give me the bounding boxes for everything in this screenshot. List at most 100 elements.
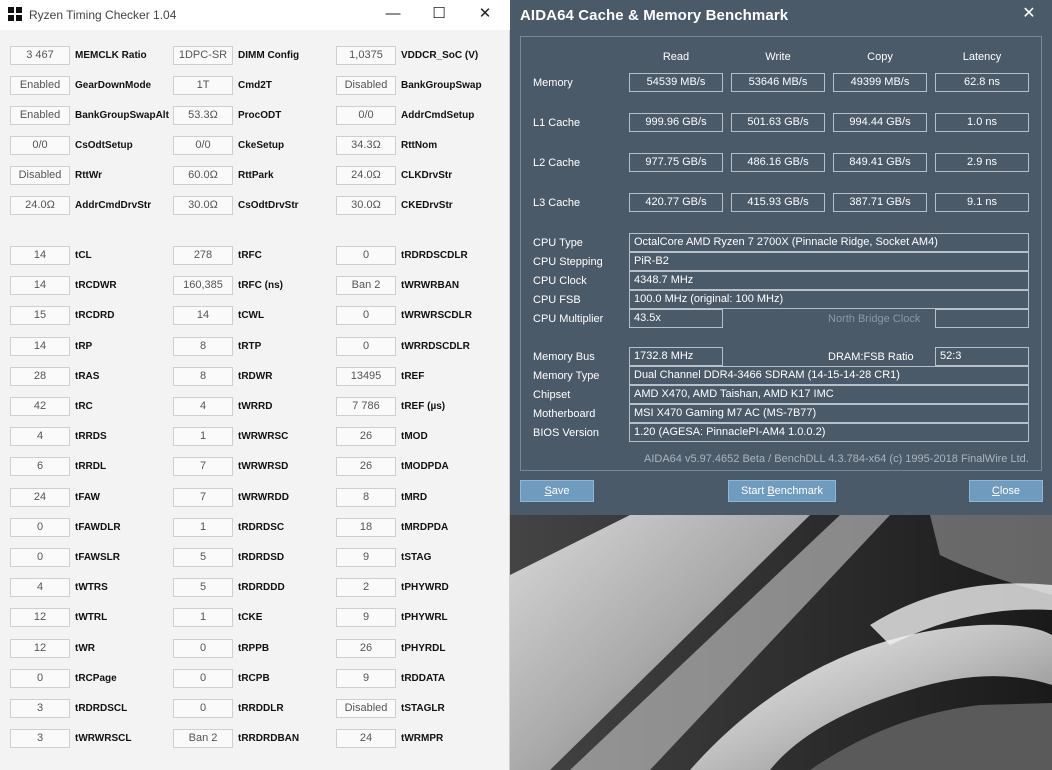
value-field-trrdrdban[interactable]: Ban 2 bbox=[173, 729, 233, 749]
aida-close-icon[interactable]: ✕ bbox=[1016, 3, 1042, 25]
value-field-twrwrsd[interactable]: 7 bbox=[173, 457, 233, 477]
value-field-twrmpr[interactable]: 24 bbox=[336, 729, 396, 749]
app-windows-icon bbox=[8, 7, 22, 21]
rtc-titlebar[interactable]: Ryzen Timing Checker 1.04 — ☐ ✕ bbox=[0, 0, 510, 30]
close-button[interactable]: ✕ bbox=[462, 0, 508, 30]
value-field-trcdrd[interactable]: 15 bbox=[10, 306, 70, 326]
value-field-csodtsetup[interactable]: 0/0 bbox=[10, 136, 70, 155]
value-field-twrwrsc[interactable]: 1 bbox=[173, 427, 233, 447]
value-field-trdrdscl[interactable]: 3 bbox=[10, 699, 70, 718]
value-field-twrwrdd[interactable]: 7 bbox=[173, 487, 233, 507]
chipset-value: AMD X470, AMD Taishan, AMD K17 IMC bbox=[629, 385, 1029, 404]
value-field-ckesetup[interactable]: 0/0 bbox=[173, 136, 233, 155]
label-tcwl: tCWL bbox=[238, 310, 265, 322]
value-field-trdrddd[interactable]: 5 bbox=[173, 578, 233, 598]
value-field-tcke[interactable]: 1 bbox=[173, 608, 233, 628]
value-field-trfc-ns[interactable]: 160,385 bbox=[173, 276, 233, 296]
value-field-clkdrvstr[interactable]: 24.0Ω bbox=[336, 166, 396, 185]
value-field-tstag[interactable]: 9 bbox=[336, 548, 396, 567]
value-field-addrcmdsetup[interactable]: 0/0 bbox=[336, 106, 396, 125]
value-field-trdwr[interactable]: 8 bbox=[173, 366, 233, 386]
value-field-trfc[interactable]: 278 bbox=[173, 246, 233, 265]
column-header-write: Write bbox=[765, 51, 791, 63]
value-field-cmd2t[interactable]: 1T bbox=[173, 76, 233, 95]
value-field-tmod[interactable]: 26 bbox=[336, 427, 396, 447]
value-field-trcpage[interactable]: 0 bbox=[10, 668, 70, 688]
value-field-twrwrscdlr[interactable]: 0 bbox=[336, 306, 396, 326]
value-field-tmodpda[interactable]: 26 bbox=[336, 457, 396, 477]
value-field-tfaw[interactable]: 24 bbox=[10, 487, 70, 507]
l1-cache-copy-value: 994.44 GB/s bbox=[833, 113, 927, 132]
value-field-trdrdsd[interactable]: 5 bbox=[173, 548, 233, 567]
value-field-procodt[interactable]: 53.3Ω bbox=[173, 106, 233, 125]
value-field-twrrdscdlr[interactable]: 0 bbox=[336, 336, 396, 356]
desktop-background bbox=[510, 515, 1052, 770]
value-field-bankgroupswap[interactable]: Disabled bbox=[336, 76, 396, 95]
value-field-trddata[interactable]: 9 bbox=[336, 668, 396, 688]
label-clkdrvstr: CLKDrvStr bbox=[401, 170, 453, 181]
value-field-tref-s[interactable]: 7 786 bbox=[336, 397, 396, 416]
value-field-tphywrl[interactable]: 9 bbox=[336, 608, 396, 628]
label-trcdrd: tRCDRD bbox=[75, 310, 115, 322]
aida-close-button[interactable]: Close bbox=[969, 480, 1043, 502]
value-field-tphywrd[interactable]: 2 bbox=[336, 578, 396, 598]
label-twrwrban: tWRWRBAN bbox=[401, 280, 460, 292]
value-field-trrddlr[interactable]: 0 bbox=[173, 699, 233, 718]
value-field-tfawslr[interactable]: 0 bbox=[10, 548, 70, 567]
value-field-rttpark[interactable]: 60.0Ω bbox=[173, 166, 233, 185]
value-field-rttnom[interactable]: 34.3Ω bbox=[336, 136, 396, 155]
label-twrmpr: tWRMPR bbox=[401, 733, 444, 745]
memory-bus-value: 1732.8 MHz bbox=[629, 347, 723, 366]
value-field-tras[interactable]: 28 bbox=[10, 366, 70, 386]
label-addrcmddrvstr: AddrCmdDrvStr bbox=[75, 200, 152, 211]
maximize-button[interactable]: ☐ bbox=[416, 0, 462, 30]
value-field-trdrdsc[interactable]: 1 bbox=[173, 517, 233, 537]
value-field-trrds[interactable]: 4 bbox=[10, 427, 70, 447]
label-rttwr: RttWr bbox=[75, 170, 103, 181]
value-field-tcwl[interactable]: 14 bbox=[173, 306, 233, 326]
value-field-vddcr-soc-v[interactable]: 1,0375 bbox=[336, 46, 396, 65]
label-trdrdscl: tRDRDSCL bbox=[75, 703, 128, 714]
save-button[interactable]: Save bbox=[520, 480, 594, 502]
value-field-tfawdlr[interactable]: 0 bbox=[10, 517, 70, 537]
value-field-memclk-ratio[interactable]: 3 467 bbox=[10, 46, 70, 65]
label-trdrdsd: tRDRDSD bbox=[238, 552, 285, 563]
value-field-twtrs[interactable]: 4 bbox=[10, 578, 70, 598]
value-field-trdrdscdlr[interactable]: 0 bbox=[336, 246, 396, 265]
minimize-button[interactable]: — bbox=[370, 0, 416, 30]
value-field-ckedrvstr[interactable]: 30.0Ω bbox=[336, 196, 396, 215]
value-field-trp[interactable]: 14 bbox=[10, 336, 70, 356]
value-field-rttwr[interactable]: Disabled bbox=[10, 166, 70, 185]
value-field-twr[interactable]: 12 bbox=[10, 638, 70, 658]
value-field-trcdwr[interactable]: 14 bbox=[10, 276, 70, 296]
value-field-geardownmode[interactable]: Enabled bbox=[10, 76, 70, 95]
label-trtp: tRTP bbox=[238, 340, 262, 352]
value-field-twrwrscl[interactable]: 3 bbox=[10, 729, 70, 749]
value-field-tcl[interactable]: 14 bbox=[10, 246, 70, 265]
value-field-tphyrdl[interactable]: 26 bbox=[336, 638, 396, 658]
value-field-trcpb[interactable]: 0 bbox=[173, 668, 233, 688]
value-field-trppb[interactable]: 0 bbox=[173, 638, 233, 658]
value-field-twtrl[interactable]: 12 bbox=[10, 608, 70, 628]
value-field-trtp[interactable]: 8 bbox=[173, 336, 233, 356]
cpu-fsb-label: CPU FSB bbox=[533, 294, 581, 306]
value-field-csodtdrvstr[interactable]: 30.0Ω bbox=[173, 196, 233, 215]
value-field-tmrd[interactable]: 8 bbox=[336, 487, 396, 507]
value-field-trc[interactable]: 42 bbox=[10, 397, 70, 416]
cpu-multiplier-label: CPU Multiplier bbox=[533, 313, 604, 325]
cpu-stepping-label: CPU Stepping bbox=[533, 256, 603, 268]
l2-cache-read-value: 977.75 GB/s bbox=[629, 153, 723, 172]
label-trfc-ns: tRFC (ns) bbox=[238, 280, 283, 292]
value-field-addrcmddrvstr[interactable]: 24.0Ω bbox=[10, 196, 70, 215]
label-trppb: tRPPB bbox=[238, 642, 270, 654]
value-field-tref[interactable]: 13495 bbox=[336, 366, 396, 386]
start-benchmark-button[interactable]: Start Benchmark bbox=[728, 480, 836, 502]
rtc-window-title: Ryzen Timing Checker 1.04 bbox=[29, 8, 177, 22]
value-field-bankgroupswapalt[interactable]: Enabled bbox=[10, 106, 70, 125]
value-field-tstaglr[interactable]: Disabled bbox=[336, 699, 396, 718]
value-field-tmrdpda[interactable]: 18 bbox=[336, 517, 396, 537]
value-field-dimm-config[interactable]: 1DPC-SR bbox=[173, 46, 233, 65]
value-field-trrdl[interactable]: 6 bbox=[10, 457, 70, 477]
value-field-twrwrban[interactable]: Ban 2 bbox=[336, 276, 396, 296]
value-field-twrrd[interactable]: 4 bbox=[173, 397, 233, 416]
